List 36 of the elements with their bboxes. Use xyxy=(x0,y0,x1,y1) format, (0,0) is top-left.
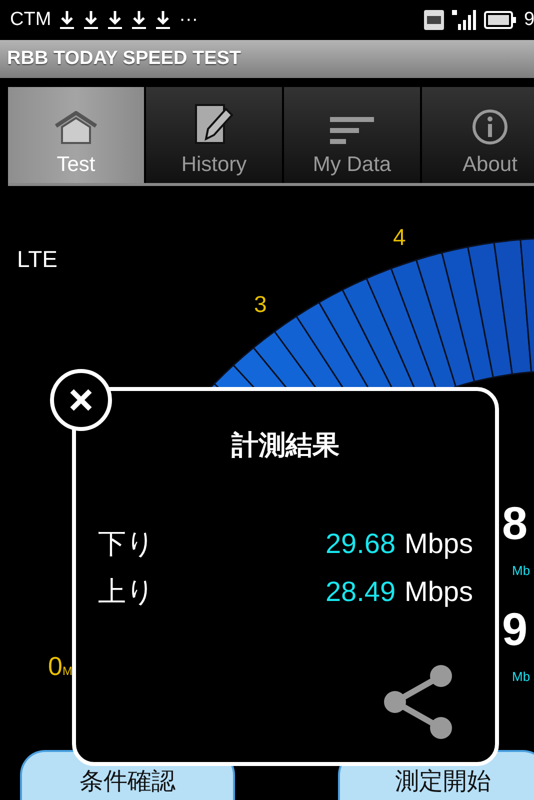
carrier-name: CTM xyxy=(10,9,52,31)
result-value: 28.49 xyxy=(325,576,396,608)
download-icon xyxy=(59,10,76,30)
download-icon xyxy=(155,10,172,30)
app-title: RBB TODAY SPEED TEST xyxy=(7,48,242,70)
speed-unit: Mb xyxy=(512,669,530,684)
tab[interactable]: My Data xyxy=(284,87,422,183)
tab[interactable]: About xyxy=(422,87,534,183)
scale-label: 3 xyxy=(254,291,267,318)
dialog-title: 計測結果 xyxy=(232,429,340,462)
share-icon[interactable] xyxy=(383,664,455,740)
result-label: 下り xyxy=(98,527,156,561)
result-unit: Mbps xyxy=(404,576,473,608)
clock-time: 9 xyxy=(524,9,534,31)
result-unit: Mbps xyxy=(404,528,473,560)
tab[interactable]: History xyxy=(146,87,284,183)
download-icon xyxy=(83,10,100,30)
sort-lines-icon xyxy=(330,117,374,145)
home-icon xyxy=(53,111,99,145)
battery-icon xyxy=(484,11,516,29)
speed-reading: 9 xyxy=(502,602,528,656)
close-icon xyxy=(69,388,93,412)
speed-unit: Mb xyxy=(512,563,530,578)
signal-icon xyxy=(452,9,476,31)
scale-label: 0M xyxy=(48,651,72,682)
scale-label: 4 xyxy=(393,224,406,251)
network-type: LTE xyxy=(17,246,58,273)
result-value: 29.68 xyxy=(325,528,396,560)
result-label: 上り xyxy=(98,575,156,609)
pencil-note-icon xyxy=(194,103,234,145)
download-icon xyxy=(131,10,148,30)
more-notifications: ··· xyxy=(179,9,198,31)
nfc-icon xyxy=(424,10,444,30)
download-icon xyxy=(107,10,124,30)
info-icon xyxy=(472,109,508,145)
speed-reading: 8 xyxy=(502,496,528,550)
